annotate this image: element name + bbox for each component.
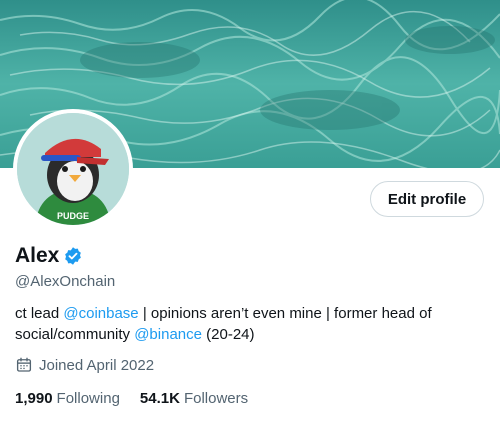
joined-date: Joined April 2022 [15, 356, 154, 374]
calendar-icon [16, 357, 32, 372]
avatar-shirt-text: PUDGE [57, 211, 89, 221]
bio-mention-link[interactable]: @binance [134, 326, 202, 343]
user-handle: @AlexOnchain [15, 273, 116, 290]
profile-bio: ct lead @coinbase | opinions aren’t even… [15, 303, 485, 345]
followers-link[interactable]: 54.1K Followers [140, 390, 248, 407]
verified-badge-icon[interactable] [63, 246, 83, 266]
following-label: Following [56, 390, 120, 407]
follow-stats: 1,990 Following 54.1K Followers [15, 390, 268, 407]
bio-text: ct lead [15, 305, 64, 322]
profile-avatar[interactable]: PUDGE [13, 109, 133, 229]
following-link[interactable]: 1,990 Following [15, 390, 120, 407]
edit-profile-button[interactable]: Edit profile [370, 181, 484, 217]
name-row: Alex [15, 243, 83, 269]
followers-count: 54.1K [139, 390, 180, 407]
followers-label: Followers [183, 390, 249, 407]
following-count: 1,990 [15, 390, 53, 407]
joined-text: Joined April 2022 [39, 356, 155, 374]
display-name: Alex [15, 244, 60, 267]
bio-text: (20-24) [201, 326, 255, 343]
bio-mention-link[interactable]: @coinbase [63, 305, 138, 322]
